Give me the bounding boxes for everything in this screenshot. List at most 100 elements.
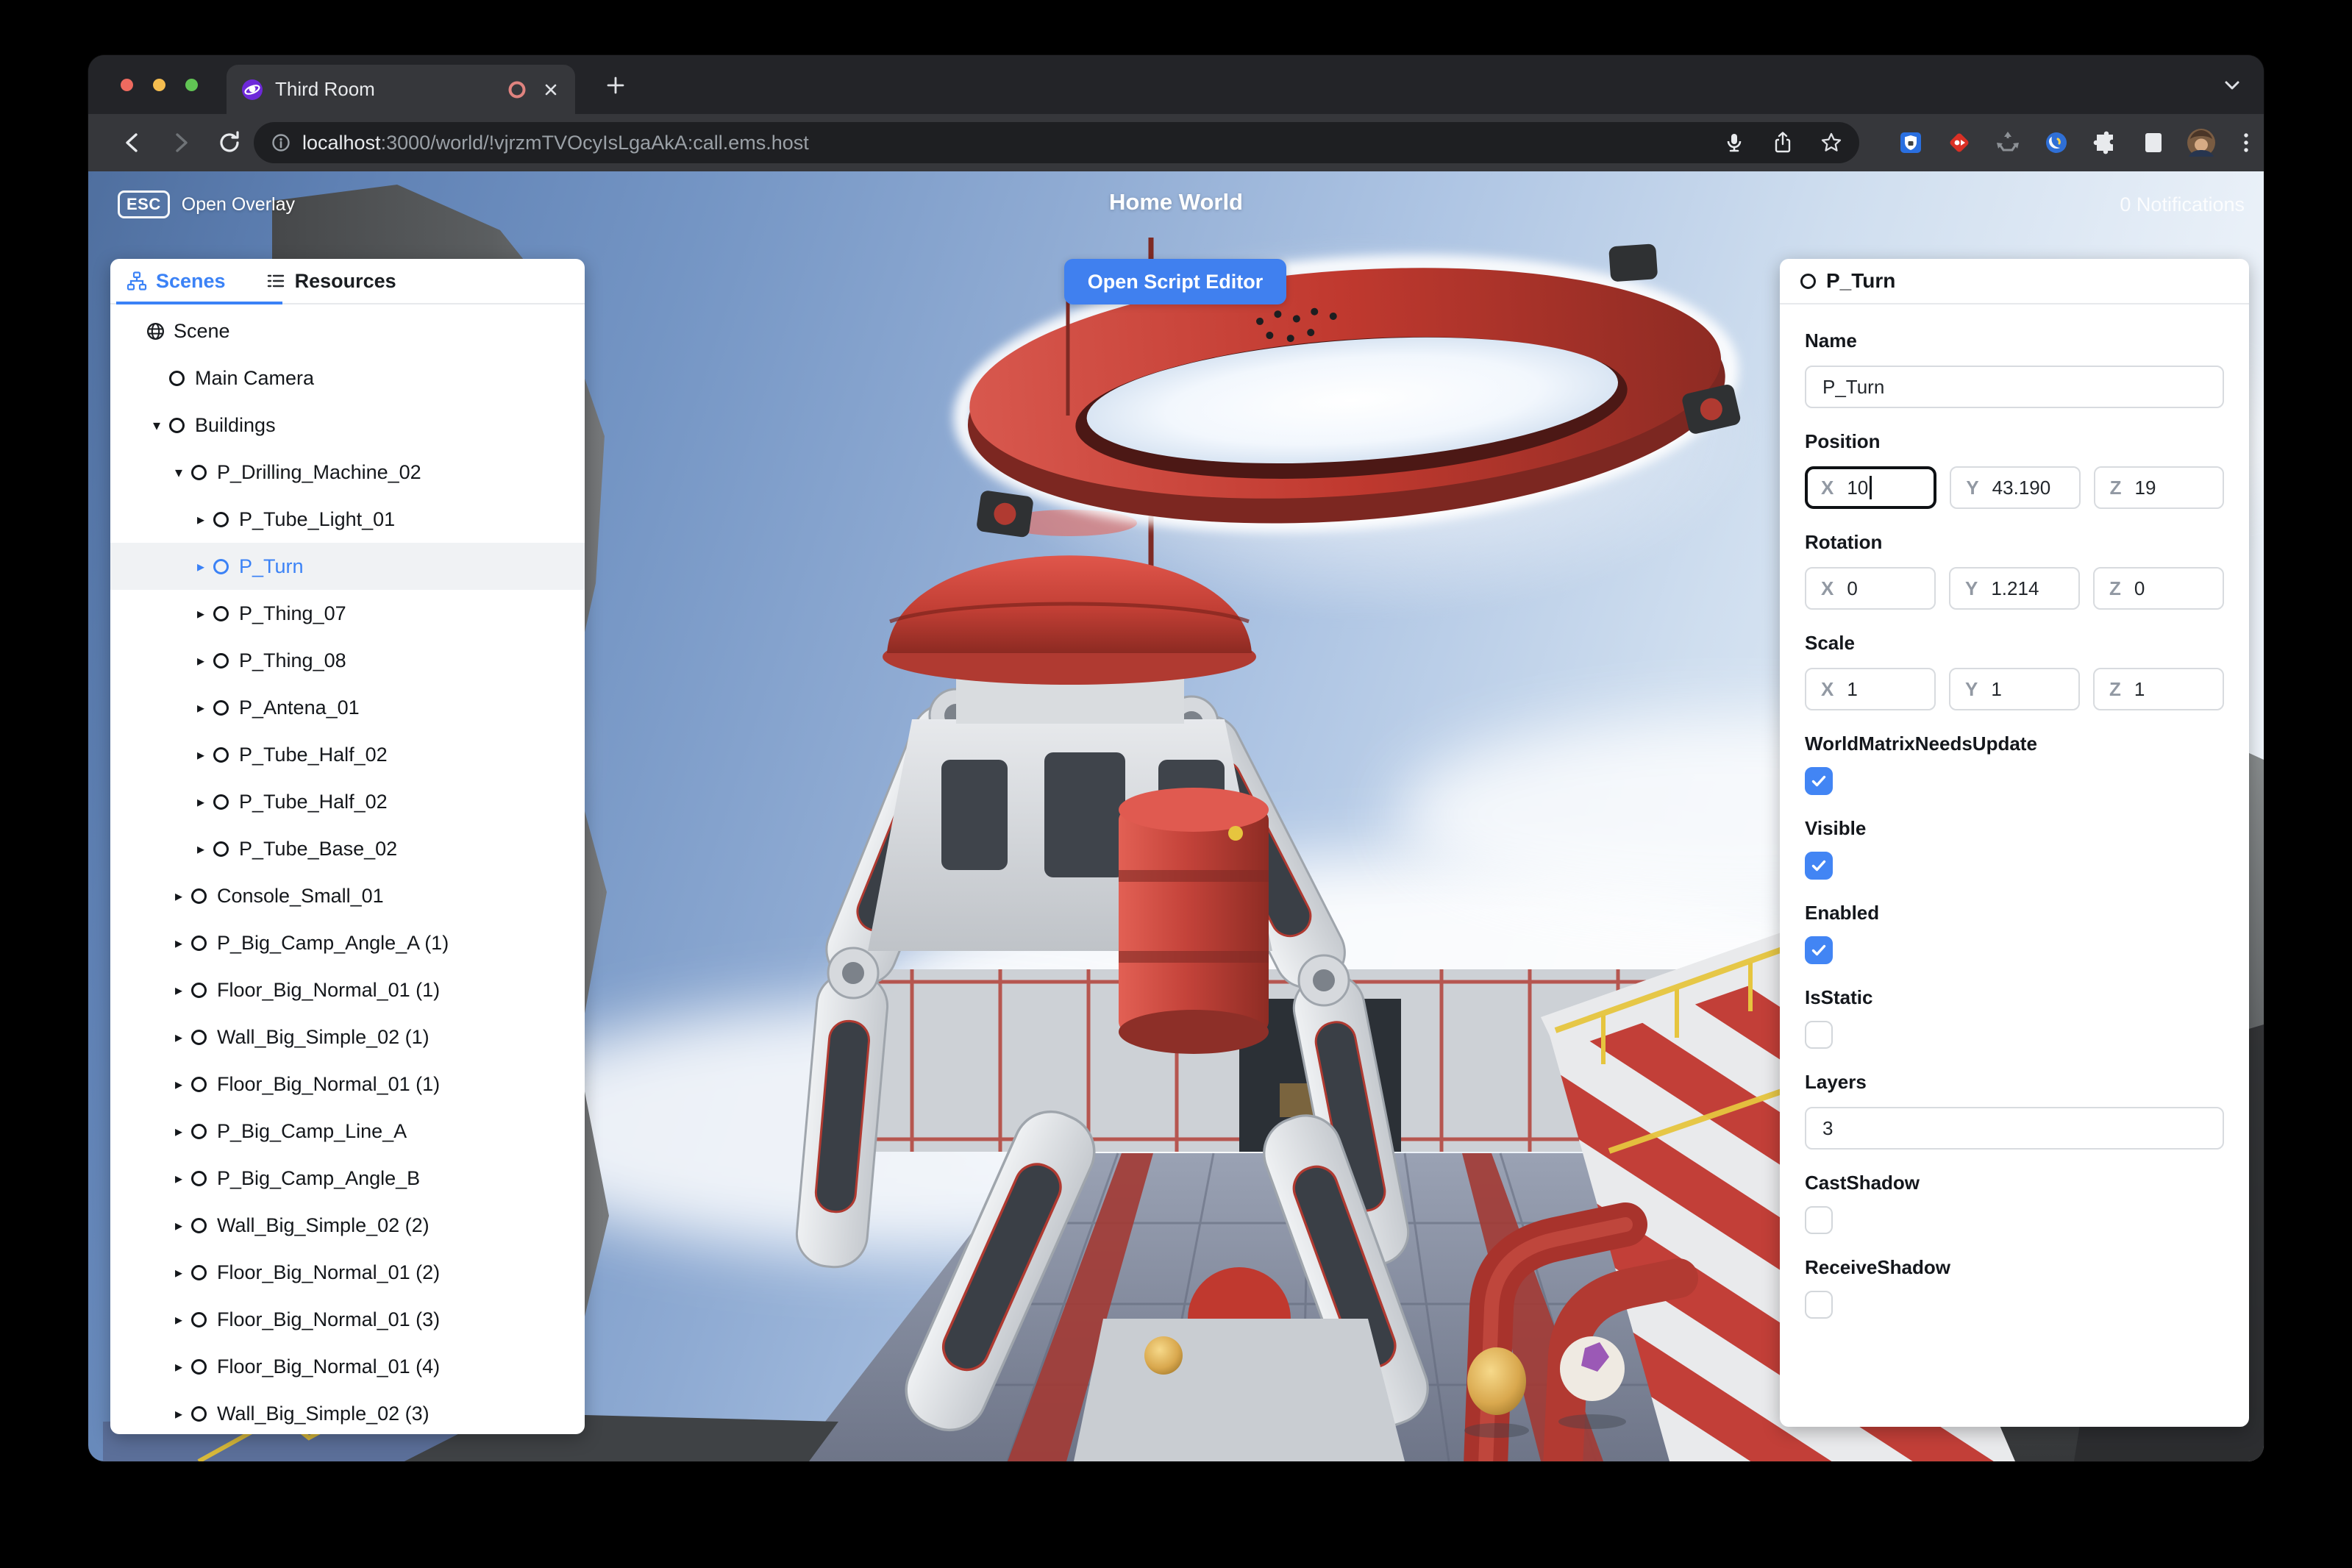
tree-item-Floor_Big_Normal_01_1_-16[interactable]: ▸ Floor_Big_Normal_01 (1)	[110, 1061, 585, 1108]
tree-item-Console_Small_01-12[interactable]: ▸ Console_Small_01	[110, 872, 585, 919]
scale-x-input[interactable]: X 1	[1805, 668, 1936, 710]
scale-y-input[interactable]: Y 1	[1949, 668, 2080, 710]
tree-item-P_Drilling_Machine_02-3[interactable]: ▾ P_Drilling_Machine_02	[110, 449, 585, 496]
caret-down-icon[interactable]: ▾	[146, 416, 168, 435]
rotation-x-input[interactable]: X 0	[1805, 567, 1936, 610]
back-button[interactable]	[118, 128, 147, 157]
notifications-status[interactable]: 0 Notifications	[2120, 193, 2245, 216]
caret-right-icon[interactable]: ▸	[168, 1264, 190, 1282]
url-bar[interactable]: localhost:3000/world/!vjrzmTVOcyIsLgaAkA…	[254, 122, 1859, 163]
tree-item-Wall_Big_Simple_02_3_-23[interactable]: ▸ Wall_Big_Simple_02 (3)	[110, 1390, 585, 1434]
tree-item-Floor_Big_Normal_01_3_-21[interactable]: ▸ Floor_Big_Normal_01 (3)	[110, 1296, 585, 1343]
tree-item-P_Big_Camp_Angle_A_1_-13[interactable]: ▸ P_Big_Camp_Angle_A (1)	[110, 919, 585, 966]
open-script-editor-button[interactable]: Open Script Editor	[1064, 259, 1286, 304]
visible-checkbox[interactable]	[1805, 852, 1833, 880]
caret-down-icon[interactable]: ▾	[168, 463, 190, 482]
close-window-button[interactable]	[121, 79, 133, 91]
caret-right-icon[interactable]: ▸	[168, 1169, 190, 1188]
caret-right-icon[interactable]: ▸	[190, 652, 212, 670]
new-tab-button[interactable]	[603, 73, 628, 98]
minimize-window-button[interactable]	[153, 79, 165, 91]
caret-right-icon[interactable]: ▸	[168, 1405, 190, 1423]
tree-item-Wall_Big_Simple_02_1_-15[interactable]: ▸ Wall_Big_Simple_02 (1)	[110, 1013, 585, 1061]
recycle-extension-icon[interactable]	[1995, 129, 2021, 156]
caret-right-icon[interactable]: ▸	[190, 557, 212, 576]
profile-avatar[interactable]	[2186, 127, 2217, 158]
receiveshadow-checkbox[interactable]	[1805, 1291, 1833, 1319]
tree-item-P_Thing_08-7[interactable]: ▸ P_Thing_08	[110, 637, 585, 684]
tree-item-P_Big_Camp_Line_A-17[interactable]: ▸ P_Big_Camp_Line_A	[110, 1108, 585, 1155]
tree-item-P_Turn-5[interactable]: ▸ P_Turn	[110, 543, 585, 590]
browser-menu-icon[interactable]	[2233, 129, 2259, 156]
caret-right-icon[interactable]: ▸	[190, 605, 212, 623]
microphone-icon[interactable]	[1722, 131, 1746, 154]
node-circle-icon	[169, 417, 185, 433]
castshadow-label: CastShadow	[1805, 1172, 1920, 1194]
tab-close-icon[interactable]	[541, 80, 560, 99]
tree-item-P_Tube_Half_02-10[interactable]: ▸ P_Tube_Half_02	[110, 778, 585, 825]
blue-circle-extension-icon[interactable]	[2043, 129, 2070, 156]
position-z-input[interactable]: Z 19	[2093, 466, 2224, 509]
browser-tab-third-room[interactable]: Third Room	[227, 65, 575, 114]
scale-z-input[interactable]: Z 1	[2093, 668, 2224, 710]
side-panel-icon[interactable]	[2140, 129, 2167, 156]
caret-right-icon[interactable]: ▸	[168, 1122, 190, 1141]
caret-right-icon[interactable]: ▸	[190, 840, 212, 858]
tree-item-P_Tube_Half_02-9[interactable]: ▸ P_Tube_Half_02	[110, 731, 585, 778]
isstatic-checkbox[interactable]	[1805, 1021, 1833, 1049]
share-icon[interactable]	[1771, 131, 1795, 154]
caret-right-icon[interactable]: ▸	[168, 934, 190, 952]
tree-item-P_Tube_Light_01-4[interactable]: ▸ P_Tube_Light_01	[110, 496, 585, 543]
tree-item-Floor_Big_Normal_01_2_-20[interactable]: ▸ Floor_Big_Normal_01 (2)	[110, 1249, 585, 1296]
position-label: Position	[1805, 430, 1881, 452]
world-3d-viewport[interactable]: ESC Open Overlay Home World 0 Notificati…	[88, 171, 2264, 1461]
caret-right-icon[interactable]: ▸	[168, 981, 190, 999]
url-host: localhost	[302, 131, 381, 154]
caret-right-icon[interactable]: ▸	[190, 746, 212, 764]
tab-search-chevron-icon[interactable]	[2221, 74, 2243, 96]
tab-resources[interactable]: Resources	[266, 270, 396, 293]
tab-scenes[interactable]: Scenes	[126, 270, 226, 293]
layers-input[interactable]: 3	[1805, 1107, 2224, 1150]
tree-item-Floor_Big_Normal_01_1_-14[interactable]: ▸ Floor_Big_Normal_01 (1)	[110, 966, 585, 1013]
rotation-y-input[interactable]: Y 1.214	[1949, 567, 2080, 610]
site-info-icon[interactable]	[270, 132, 292, 154]
enabled-checkbox[interactable]	[1805, 936, 1833, 964]
tree-item-Buildings-2[interactable]: ▾ Buildings	[110, 402, 585, 449]
red-diamond-extension-icon[interactable]	[1946, 129, 1973, 156]
caret-right-icon[interactable]: ▸	[168, 1075, 190, 1094]
worldmatrixneedsupdate-checkbox[interactable]	[1805, 767, 1833, 795]
tree-item-Wall_Big_Simple_02_2_-19[interactable]: ▸ Wall_Big_Simple_02 (2)	[110, 1202, 585, 1249]
extensions-puzzle-icon[interactable]	[2092, 129, 2118, 156]
position-y-input[interactable]: Y 43.190	[1950, 466, 2081, 509]
forward-button[interactable]	[166, 128, 196, 157]
password-manager-extension-icon[interactable]	[1897, 129, 1924, 156]
axis-z-label: Z	[2109, 476, 2122, 499]
window-controls	[121, 79, 198, 91]
caret-right-icon[interactable]: ▸	[168, 887, 190, 905]
name-input[interactable]: P_Turn	[1805, 366, 2224, 408]
tree-item-P_Big_Camp_Angle_B-18[interactable]: ▸ P_Big_Camp_Angle_B	[110, 1155, 585, 1202]
tree-item-P_Tube_Base_02-11[interactable]: ▸ P_Tube_Base_02	[110, 825, 585, 872]
caret-right-icon[interactable]: ▸	[190, 699, 212, 717]
caret-right-icon[interactable]: ▸	[168, 1216, 190, 1235]
reload-button[interactable]	[215, 128, 244, 157]
tree-item-P_Antena_01-8[interactable]: ▸ P_Antena_01	[110, 684, 585, 731]
tree-item-Scene-0[interactable]: Scene	[110, 307, 585, 354]
caret-right-icon[interactable]: ▸	[168, 1028, 190, 1047]
caret-right-icon[interactable]: ▸	[190, 510, 212, 529]
bookmark-star-icon[interactable]	[1820, 131, 1843, 154]
node-circle-icon	[191, 1217, 207, 1233]
tree-item-Main_Camera-1[interactable]: Main Camera	[110, 354, 585, 402]
fullscreen-window-button[interactable]	[185, 79, 198, 91]
node-circle-icon	[191, 1029, 207, 1045]
caret-right-icon[interactable]: ▸	[168, 1311, 190, 1329]
position-x-input[interactable]: X 10	[1805, 466, 1937, 509]
caret-right-icon[interactable]: ▸	[168, 1358, 190, 1376]
rotation-z-input[interactable]: Z 0	[2093, 567, 2224, 610]
castshadow-checkbox[interactable]	[1805, 1206, 1833, 1234]
tree-item-Floor_Big_Normal_01_4_-22[interactable]: ▸ Floor_Big_Normal_01 (4)	[110, 1343, 585, 1390]
tree-item-P_Thing_07-6[interactable]: ▸ P_Thing_07	[110, 590, 585, 637]
node-circle-icon	[191, 1123, 207, 1139]
caret-right-icon[interactable]: ▸	[190, 793, 212, 811]
